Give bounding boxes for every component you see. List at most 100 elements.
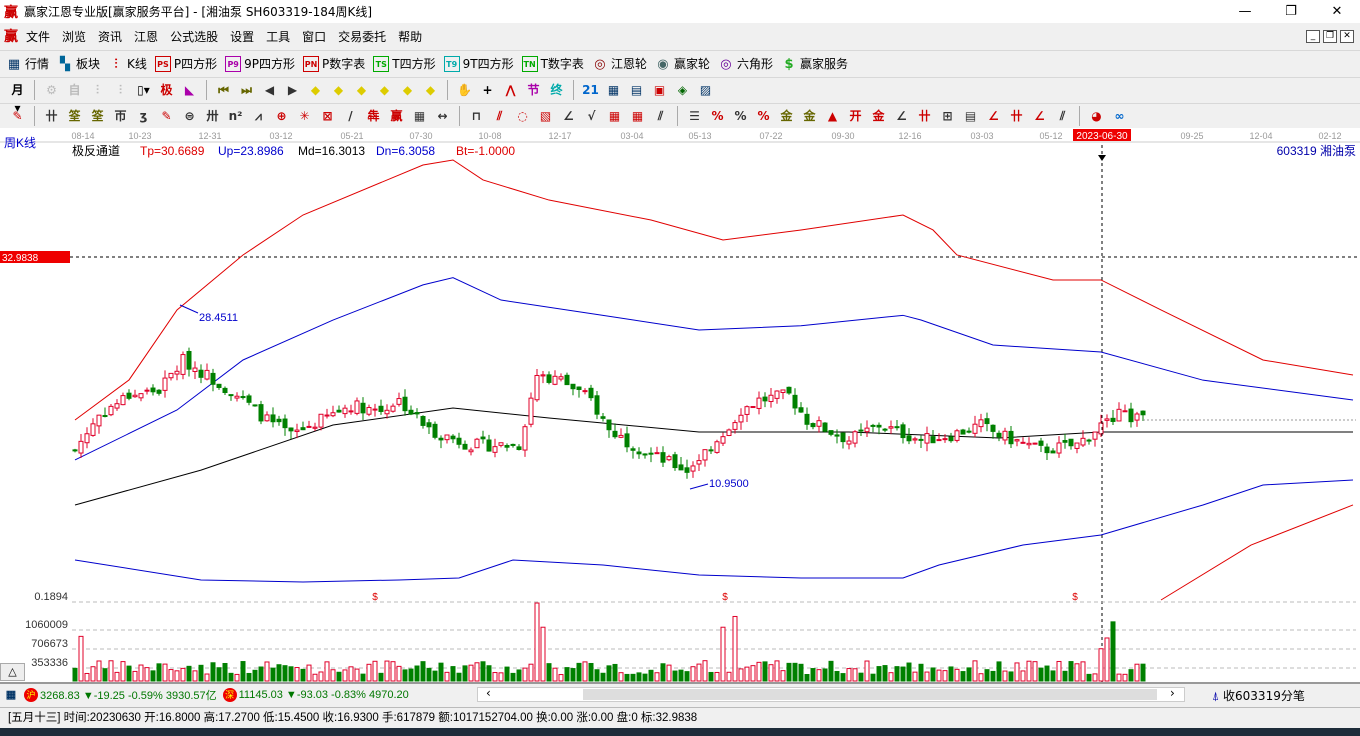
formula-icon[interactable]: 极 — [158, 81, 176, 99]
tool-icon[interactable]: n² — [227, 107, 245, 125]
tool-icon[interactable]: ∠ — [1031, 107, 1049, 125]
toolbar-button-1[interactable]: ▚ 板块 — [57, 55, 100, 72]
disabled-icon[interactable]: ⫶ — [89, 81, 107, 99]
tool-icon[interactable]: ⊠ — [319, 107, 337, 125]
tool-icon[interactable]: 卄 — [1008, 107, 1026, 125]
tool-icon[interactable]: 赢 — [388, 107, 406, 125]
toolbar-button-7[interactable]: T9 9T四方形 — [443, 55, 514, 72]
menu-6[interactable]: 工具 — [260, 28, 296, 45]
menu-4[interactable]: 公式选股 — [164, 28, 224, 45]
toolbar-button-3[interactable]: PS P四方形 — [154, 55, 217, 72]
tool-icon[interactable]: ▦ — [606, 107, 624, 125]
tool-icon[interactable]: ▤ — [962, 107, 980, 125]
notes-icon[interactable]: ▤ — [628, 81, 646, 99]
maximize-button[interactable]: ❐ — [1268, 0, 1314, 23]
tool-icon[interactable]: ∠ — [893, 107, 911, 125]
menu-5[interactable]: 设置 — [224, 28, 260, 45]
menu-1[interactable]: 浏览 — [56, 28, 92, 45]
candle-type-icon[interactable]: ▯▾ — [135, 81, 153, 99]
tool-icon[interactable]: ↔ — [434, 107, 452, 125]
toolbar-button-6[interactable]: TS T四方形 — [373, 55, 436, 72]
tool-icon[interactable]: 筌 — [66, 107, 84, 125]
network-icon[interactable]: ◈ — [674, 81, 692, 99]
sh-badge-icon[interactable]: 沪 — [24, 688, 38, 702]
up-down-icon[interactable]: ◆ — [399, 81, 417, 99]
scroll-right-button[interactable]: › — [1170, 686, 1175, 700]
infinity-icon[interactable]: ∞ — [1111, 107, 1129, 125]
crosshair-icon[interactable]: + — [479, 81, 497, 99]
calculator-icon[interactable]: ▦ — [605, 81, 623, 99]
toolbar-button-11[interactable]: ◎ 六角形 — [718, 55, 773, 72]
tick-detail-link[interactable]: ⍋ 收603319分笔 — [1212, 687, 1305, 704]
toolbar-button-2[interactable]: ⫶ K线 — [108, 55, 147, 72]
tool-icon[interactable]: ⊜ — [181, 107, 199, 125]
scroll-left-button[interactable]: ‹ — [486, 686, 491, 700]
menu-2[interactable]: 资讯 — [92, 28, 128, 45]
tool-icon[interactable]: ⫽ — [491, 107, 509, 125]
tool2-icon[interactable]: 终 — [548, 81, 566, 99]
toolbar-button-0[interactable]: ▦ 行情 — [6, 55, 49, 72]
tool-icon[interactable]: 卄 — [43, 107, 61, 125]
disabled-icon[interactable]: ⫶ — [112, 81, 130, 99]
toolbar-button-9[interactable]: ◎ 江恩轮 — [592, 55, 647, 72]
close-button[interactable]: ✕ — [1314, 0, 1360, 23]
right-icon[interactable]: ▶ — [284, 81, 302, 99]
percent-icon[interactable]: % — [732, 107, 750, 125]
sz-badge-icon[interactable]: 深 — [222, 688, 237, 702]
first-icon[interactable]: ⏮ — [215, 81, 233, 99]
disabled-icon[interactable]: 自 — [66, 81, 84, 99]
chart-canvas[interactable]: 08-14 10-23 12-31 03-12 05-21 07-30 10-08 12-17… — [0, 128, 1360, 684]
tool-icon[interactable]: 金 — [870, 107, 888, 125]
shrink-icon[interactable]: ◆ — [376, 81, 394, 99]
tool-icon[interactable]: ⊕ — [273, 107, 291, 125]
disabled-icon[interactable]: ⚙ — [43, 81, 61, 99]
tool-icon[interactable]: ✎ — [158, 107, 176, 125]
tool-icon[interactable]: ☰ — [686, 107, 704, 125]
tool-icon[interactable]: 开 — [847, 107, 865, 125]
line-icon[interactable]: ⋀ — [502, 81, 520, 99]
toolbar-button-10[interactable]: ◉ 赢家轮 — [655, 55, 710, 72]
tool-icon[interactable]: ʒ — [135, 107, 153, 125]
calendar-icon[interactable]: 21 — [582, 81, 600, 99]
grid-icon[interactable]: ▦ — [3, 687, 19, 703]
tool-icon[interactable]: ⩘ — [250, 107, 268, 125]
tool-icon[interactable]: % — [755, 107, 773, 125]
tool-icon[interactable]: ✳ — [296, 107, 314, 125]
minimize-button[interactable]: — — [1222, 0, 1268, 23]
arrow-right-icon[interactable]: ◆ — [330, 81, 348, 99]
mdi-close-button[interactable]: ✕ — [1340, 30, 1354, 43]
tool-icon[interactable]: / — [342, 107, 360, 125]
toolbar-button-8[interactable]: TN T数字表 — [521, 55, 584, 72]
mdi-minimize-button[interactable]: _ — [1306, 30, 1320, 43]
tool-icon[interactable]: 金 — [778, 107, 796, 125]
arrow-left-icon[interactable]: ◆ — [307, 81, 325, 99]
tool-icon[interactable]: ▧ — [537, 107, 555, 125]
toolbar-button-12[interactable]: $ 赢家服务 — [781, 55, 848, 72]
chart-color-icon[interactable]: ◣ — [181, 81, 199, 99]
tool-icon[interactable]: ∠ — [560, 107, 578, 125]
period-icon[interactable]: 月▾ — [9, 81, 27, 115]
last-icon[interactable]: ⏭ — [238, 81, 256, 99]
left-icon[interactable]: ◀ — [261, 81, 279, 99]
tool-icon[interactable]: % — [709, 107, 727, 125]
menu-8[interactable]: 交易委托 — [332, 28, 392, 45]
expand-icon[interactable]: ◆ — [353, 81, 371, 99]
tool-icon[interactable]: √ — [583, 107, 601, 125]
hand-icon[interactable]: ✋ — [456, 81, 474, 99]
tool-icon[interactable]: ▦ — [629, 107, 647, 125]
toolbar-button-4[interactable]: P9 9P四方形 — [225, 55, 295, 72]
expand-panel-button[interactable]: △ — [0, 663, 25, 681]
tool-icon[interactable]: 筌 — [89, 107, 107, 125]
scroll-thumb[interactable] — [583, 689, 1157, 700]
menu-9[interactable]: 帮助 — [392, 28, 428, 45]
horizontal-scrollbar[interactable]: ‹ › — [477, 686, 1185, 702]
tool-icon[interactable]: ▦ — [411, 107, 429, 125]
pen-icon[interactable]: ✎ — [9, 107, 27, 125]
mdi-restore-button[interactable]: ❐ — [1323, 30, 1337, 43]
menu-3[interactable]: 江恩 — [128, 28, 164, 45]
tool-icon[interactable]: 卅 — [204, 107, 222, 125]
zoom-icon[interactable]: ◆ — [422, 81, 440, 99]
tool-icon[interactable]: ⊞ — [939, 107, 957, 125]
tool-icon[interactable]: 金 — [801, 107, 819, 125]
print-icon[interactable]: ▨ — [697, 81, 715, 99]
